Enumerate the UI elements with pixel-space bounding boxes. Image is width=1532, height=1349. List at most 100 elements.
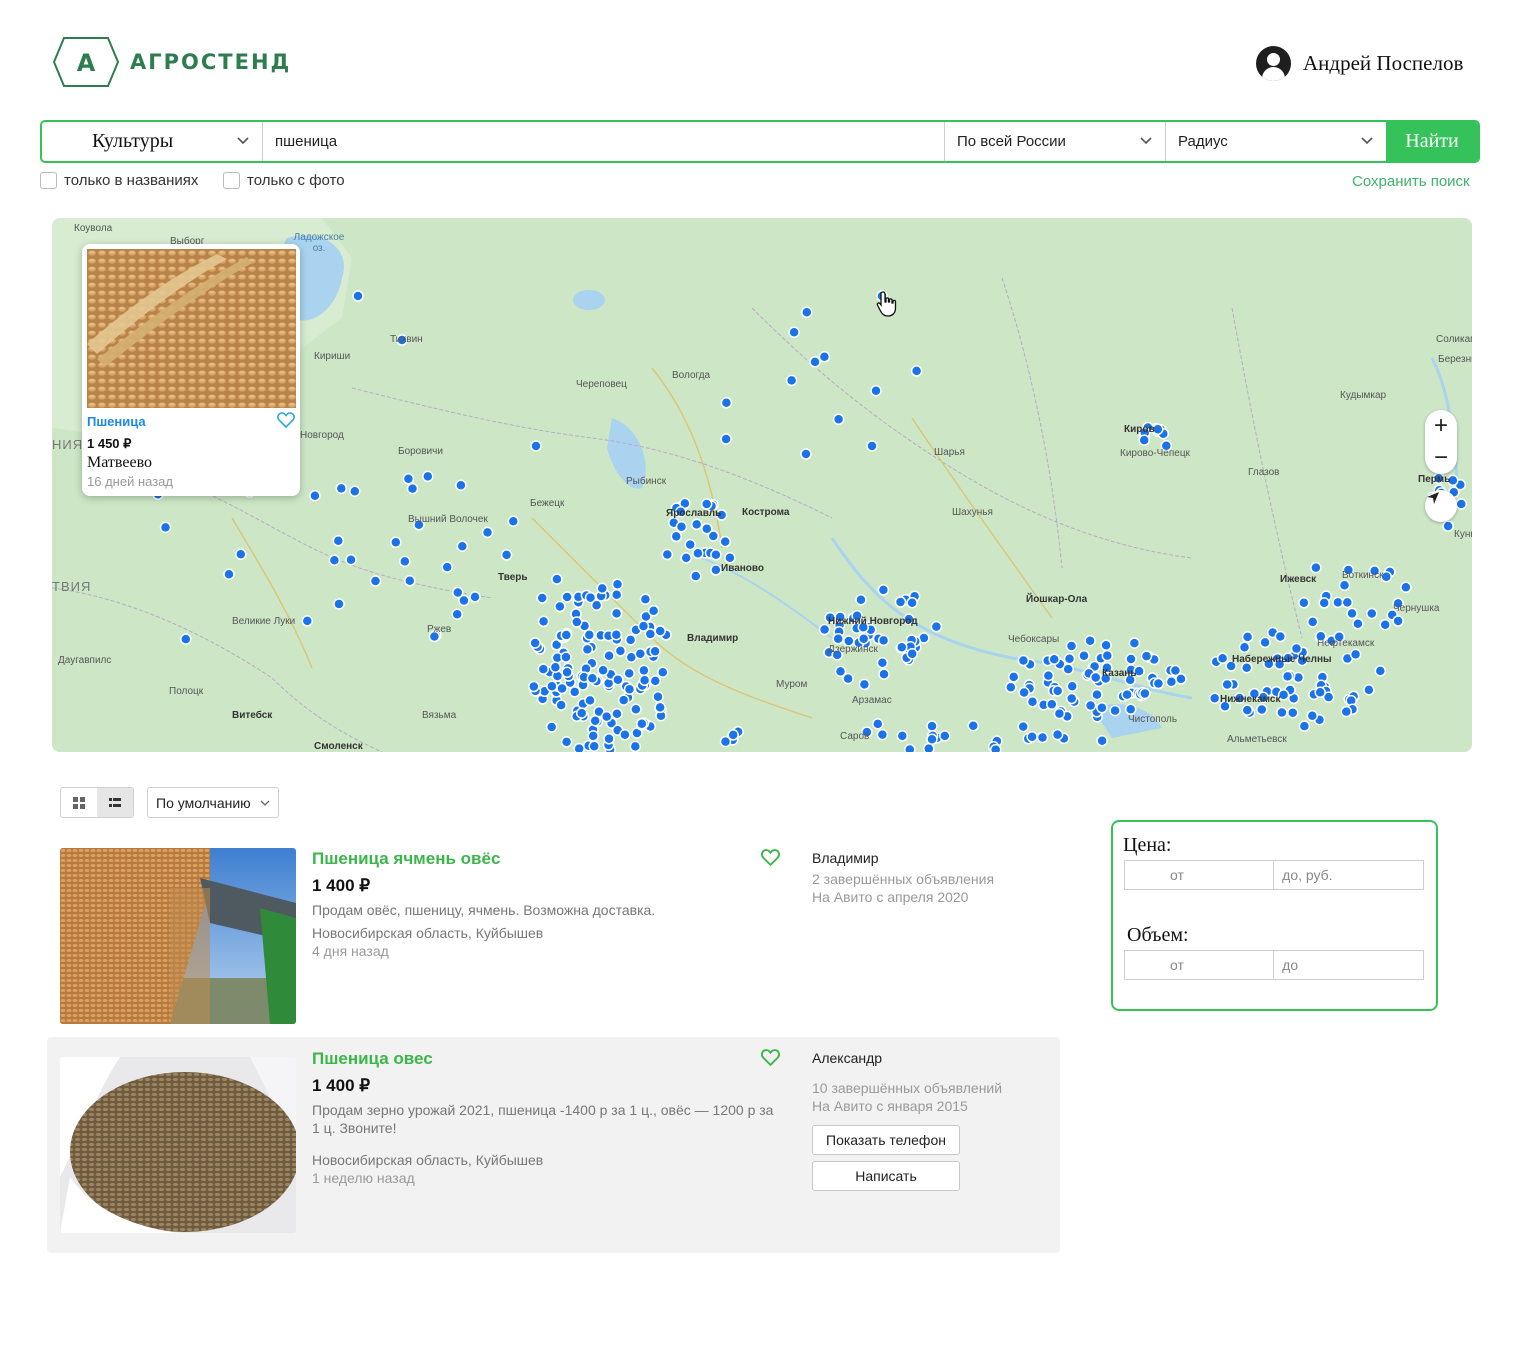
price-to-input[interactable]: до, руб.: [1274, 861, 1423, 889]
map-marker[interactable]: [1298, 720, 1311, 732]
avatar[interactable]: [1256, 46, 1291, 81]
map-marker[interactable]: [1100, 639, 1112, 652]
map-marker[interactable]: [1125, 653, 1137, 665]
map-marker[interactable]: [561, 591, 573, 603]
map-marker[interactable]: [720, 433, 732, 445]
map-marker[interactable]: [333, 598, 345, 610]
map-marker[interactable]: [654, 625, 666, 637]
map-marker[interactable]: [159, 521, 172, 534]
map-marker[interactable]: [1306, 616, 1319, 628]
map-marker[interactable]: [719, 535, 731, 548]
popup-title[interactable]: Пшеница: [87, 414, 146, 429]
map-marker[interactable]: [1221, 678, 1233, 691]
map-marker[interactable]: [1256, 703, 1268, 716]
map-marker[interactable]: [1007, 671, 1020, 683]
map-marker[interactable]: [1109, 704, 1121, 717]
map-marker[interactable]: [1084, 699, 1097, 712]
map-marker[interactable]: [571, 616, 583, 628]
map-marker[interactable]: [904, 743, 916, 753]
map-marker[interactable]: [1379, 618, 1391, 631]
map-marker[interactable]: [1341, 596, 1354, 609]
map-marker[interactable]: [1318, 597, 1330, 609]
map-marker[interactable]: [1139, 687, 1151, 700]
heart-icon[interactable]: [761, 1049, 780, 1066]
map-marker[interactable]: [809, 356, 821, 368]
map-marker[interactable]: [788, 326, 800, 339]
map-marker[interactable]: [561, 666, 573, 679]
map-marker[interactable]: [644, 628, 657, 640]
map-marker[interactable]: [720, 397, 733, 409]
map-marker[interactable]: [619, 729, 631, 741]
map-marker[interactable]: [652, 691, 664, 703]
price-from-input[interactable]: от: [1125, 861, 1275, 889]
map-marker[interactable]: [1241, 631, 1254, 643]
map-marker[interactable]: [1048, 653, 1060, 666]
region-select[interactable]: По всей России: [945, 122, 1166, 161]
map-marker[interactable]: [1046, 698, 1058, 711]
map-marker[interactable]: [1089, 671, 1102, 684]
map-marker[interactable]: [1442, 520, 1454, 532]
map-marker[interactable]: [603, 649, 615, 662]
map-marker[interactable]: [556, 682, 568, 695]
map-marker[interactable]: [624, 634, 637, 646]
map-marker[interactable]: [634, 647, 647, 660]
map-marker[interactable]: [328, 554, 341, 567]
map-marker[interactable]: [530, 440, 542, 452]
map-marker[interactable]: [930, 620, 943, 633]
user-name[interactable]: Андрей Поспелов: [1303, 51, 1463, 76]
map-marker[interactable]: [670, 530, 683, 543]
map-marker[interactable]: [967, 719, 979, 732]
map-marker[interactable]: [1298, 596, 1310, 609]
map-marker[interactable]: [906, 648, 918, 660]
map-marker[interactable]: [896, 730, 909, 742]
only-photo-checkbox[interactable]: [223, 172, 240, 189]
map-marker[interactable]: [1392, 615, 1404, 627]
map-marker[interactable]: [1096, 702, 1108, 714]
search-button[interactable]: Найти: [1386, 122, 1478, 161]
map-marker[interactable]: [1042, 669, 1055, 682]
map-marker[interactable]: [1121, 688, 1133, 701]
map-marker[interactable]: [649, 645, 661, 657]
map-marker[interactable]: [866, 440, 878, 452]
map-marker[interactable]: [639, 593, 652, 605]
map-marker[interactable]: [309, 489, 321, 502]
map-marker[interactable]: [610, 628, 623, 641]
map-marker[interactable]: [235, 548, 247, 561]
category-select[interactable]: Культуры: [42, 122, 263, 161]
map-marker[interactable]: [546, 680, 558, 692]
map-marker[interactable]: [926, 720, 938, 732]
map-marker[interactable]: [939, 730, 951, 742]
map-marker[interactable]: [1084, 634, 1096, 647]
map-marker[interactable]: [1281, 670, 1294, 683]
map-marker[interactable]: [587, 730, 599, 742]
listing-title[interactable]: Пшеница овес: [312, 1049, 433, 1069]
map-marker[interactable]: [422, 470, 434, 483]
map-marker[interactable]: [661, 548, 674, 561]
map-marker[interactable]: [610, 607, 623, 620]
map-marker[interactable]: [1065, 640, 1078, 652]
map-marker[interactable]: [1128, 637, 1141, 649]
map-marker[interactable]: [603, 733, 615, 745]
map-marker[interactable]: [801, 306, 813, 319]
map-marker[interactable]: [586, 672, 599, 684]
map-marker[interactable]: [529, 637, 541, 649]
map-marker[interactable]: [560, 736, 573, 748]
map-marker[interactable]: [701, 522, 713, 535]
map-marker[interactable]: [402, 473, 415, 485]
map-marker[interactable]: [1140, 650, 1153, 662]
zoom-out-button[interactable]: −: [1425, 442, 1457, 474]
map-marker[interactable]: [545, 721, 558, 733]
search-input[interactable]: пшеница: [263, 122, 945, 161]
map-marker[interactable]: [654, 701, 666, 714]
map-marker[interactable]: [406, 482, 419, 495]
map-marker[interactable]: [1338, 579, 1351, 592]
map-marker[interactable]: [647, 605, 660, 617]
map-marker[interactable]: [611, 707, 623, 720]
map-marker[interactable]: [611, 578, 624, 591]
map-marker[interactable]: [1169, 664, 1182, 677]
map-marker[interactable]: [1096, 734, 1108, 747]
map-marker[interactable]: [590, 599, 603, 611]
map-marker[interactable]: [399, 555, 411, 568]
map-marker[interactable]: [906, 596, 918, 609]
map-marker[interactable]: [568, 686, 581, 698]
